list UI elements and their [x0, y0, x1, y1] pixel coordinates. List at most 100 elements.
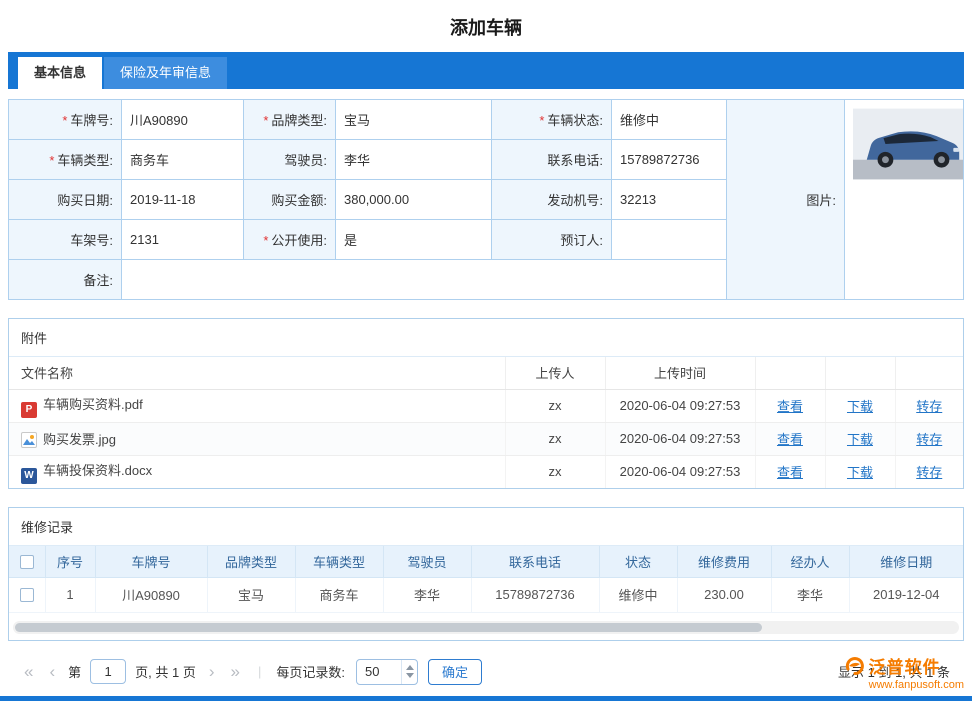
file-name-cell: 购买发票.jpg: [9, 422, 505, 455]
required-marker: *: [62, 113, 67, 128]
basic-info-form: *车牌号: 川A90890 *品牌类型: 宝马 *车辆状态: 维修中 图片:: [8, 99, 964, 300]
maintenance-header-row: 序号 车牌号 品牌类型 车辆类型 驾驶员 联系电话 状态 维修费用 经办人 维修…: [9, 546, 963, 577]
uploader-cell: zx: [505, 422, 605, 455]
tab-basic-info[interactable]: 基本信息: [18, 57, 102, 89]
required-marker: *: [263, 113, 268, 128]
phone-cell: 15789872736: [471, 577, 599, 612]
form-field-label: 车架号:: [9, 220, 122, 260]
form-field-label: 备注:: [9, 260, 122, 300]
form-field-label: 联系电话:: [492, 140, 612, 180]
frame-number-value: 2131: [122, 220, 244, 260]
download-link[interactable]: 下载: [847, 465, 873, 480]
maintenance-title: 维修记录: [9, 508, 963, 546]
confirm-button[interactable]: 确定: [428, 659, 482, 685]
upload-time-cell: 2020-06-04 09:27:53: [605, 455, 755, 488]
per-page-select[interactable]: 50: [356, 659, 418, 685]
col-handler: 经办人: [771, 546, 849, 577]
next-page-button[interactable]: ›: [201, 662, 223, 682]
vehicle-photo-cell: [845, 100, 964, 300]
tab-insurance-annual-info[interactable]: 保险及年审信息: [104, 57, 227, 89]
attachments-header-row: 文件名称 上传人 上传时间: [9, 357, 963, 389]
col-seq: 序号: [45, 546, 95, 577]
col-action: [825, 357, 895, 389]
spinner-up-icon[interactable]: [406, 665, 414, 670]
last-page-button[interactable]: »: [223, 662, 248, 682]
form-field-label: *公开使用:: [244, 220, 336, 260]
file-name-cell: W车辆投保资料.docx: [9, 455, 505, 488]
required-marker: *: [49, 153, 54, 168]
status-cell: 维修中: [599, 577, 677, 612]
first-page-button[interactable]: «: [16, 662, 41, 682]
form-field-label: *车辆状态:: [492, 100, 612, 140]
download-link[interactable]: 下载: [847, 399, 873, 414]
driver-cell: 李华: [383, 577, 471, 612]
col-repair-date: 维修日期: [849, 546, 963, 577]
plate-number-value: 川A90890: [122, 100, 244, 140]
remark-value: [122, 260, 727, 300]
purchase-date-value: 2019-11-18: [122, 180, 244, 220]
select-all-checkbox[interactable]: [20, 555, 34, 569]
engine-number-value: 32213: [612, 180, 727, 220]
archive-link[interactable]: 转存: [916, 465, 942, 480]
form-field-label: 预订人:: [492, 220, 612, 260]
view-link[interactable]: 查看: [777, 399, 803, 414]
view-link[interactable]: 查看: [777, 465, 803, 480]
upload-time-cell: 2020-06-04 09:27:53: [605, 389, 755, 422]
tab-bar: 基本信息 保险及年审信息: [8, 52, 964, 89]
form-row: *车牌号: 川A90890 *品牌类型: 宝马 *车辆状态: 维修中 图片:: [9, 100, 964, 140]
col-repair-cost: 维修费用: [677, 546, 771, 577]
driver-value: 李华: [336, 140, 492, 180]
pager-divider: |: [258, 664, 261, 679]
maintenance-row: 1 川A90890 宝马 商务车 李华 15789872736 维修中 230.…: [9, 577, 963, 612]
archive-link[interactable]: 转存: [916, 399, 942, 414]
uploader-cell: zx: [505, 455, 605, 488]
form-field-label: 购买金额:: [244, 180, 336, 220]
uploader-cell: zx: [505, 389, 605, 422]
spinner-down-icon[interactable]: [406, 673, 414, 678]
per-page-label: 每页记录数:: [276, 662, 345, 681]
form-field-label: 发动机号:: [492, 180, 612, 220]
form-field-label: 驾驶员:: [244, 140, 336, 180]
row-checkbox[interactable]: [20, 588, 34, 602]
upload-time-cell: 2020-06-04 09:27:53: [605, 422, 755, 455]
word-file-icon: W: [21, 468, 37, 484]
add-vehicle-page: 添加车辆 基本信息 保险及年审信息 *车牌号: 川A90890 *品牌类型: 宝…: [0, 0, 972, 701]
form-field-label: *车辆类型:: [9, 140, 122, 180]
page-label-before: 第: [68, 662, 81, 681]
view-link[interactable]: 查看: [777, 432, 803, 447]
vehicle-status-value: 维修中: [612, 100, 727, 140]
image-file-icon: [21, 432, 37, 448]
download-link[interactable]: 下载: [847, 432, 873, 447]
required-marker: *: [539, 113, 544, 128]
image-field-label: 图片:: [727, 100, 845, 300]
pagination-bar: « ‹ 第 页, 共 1 页 › » | 每页记录数: 50 确定 显示 1 到…: [8, 653, 964, 691]
col-file-name: 文件名称: [9, 357, 505, 389]
vehicle-type-cell: 商务车: [295, 577, 383, 612]
col-uploader: 上传人: [505, 357, 605, 389]
col-upload-time: 上传时间: [605, 357, 755, 389]
required-marker: *: [263, 233, 268, 248]
brand-type-cell: 宝马: [207, 577, 295, 612]
col-action: [755, 357, 825, 389]
repair-cost-cell: 230.00: [677, 577, 771, 612]
attachments-section: 附件 文件名称 上传人 上传时间 P车辆购买资料.pdf zx: [8, 318, 964, 489]
col-status: 状态: [599, 546, 677, 577]
brand-type-value: 宝马: [336, 100, 492, 140]
page-number-input[interactable]: [90, 659, 126, 684]
form-field-label: *车牌号:: [9, 100, 122, 140]
phone-value: 15789872736: [612, 140, 727, 180]
scrollbar-thumb[interactable]: [15, 623, 762, 632]
archive-link[interactable]: 转存: [916, 432, 942, 447]
form-field-label: *品牌类型:: [244, 100, 336, 140]
spinner-arrows-icon[interactable]: [401, 660, 417, 684]
attachment-row: P车辆购买资料.pdf zx 2020-06-04 09:27:53 查看 下载…: [9, 389, 963, 422]
col-plate-number: 车牌号: [95, 546, 207, 577]
col-vehicle-type: 车辆类型: [295, 546, 383, 577]
col-phone: 联系电话: [471, 546, 599, 577]
per-page-value: 50: [357, 664, 401, 679]
attachment-row: 购买发票.jpg zx 2020-06-04 09:27:53 查看 下载 转存: [9, 422, 963, 455]
seq-cell: 1: [45, 577, 95, 612]
page-label-after: 页, 共 1 页: [135, 662, 196, 681]
vehicle-type-value: 商务车: [122, 140, 244, 180]
prev-page-button[interactable]: ‹: [41, 662, 63, 682]
